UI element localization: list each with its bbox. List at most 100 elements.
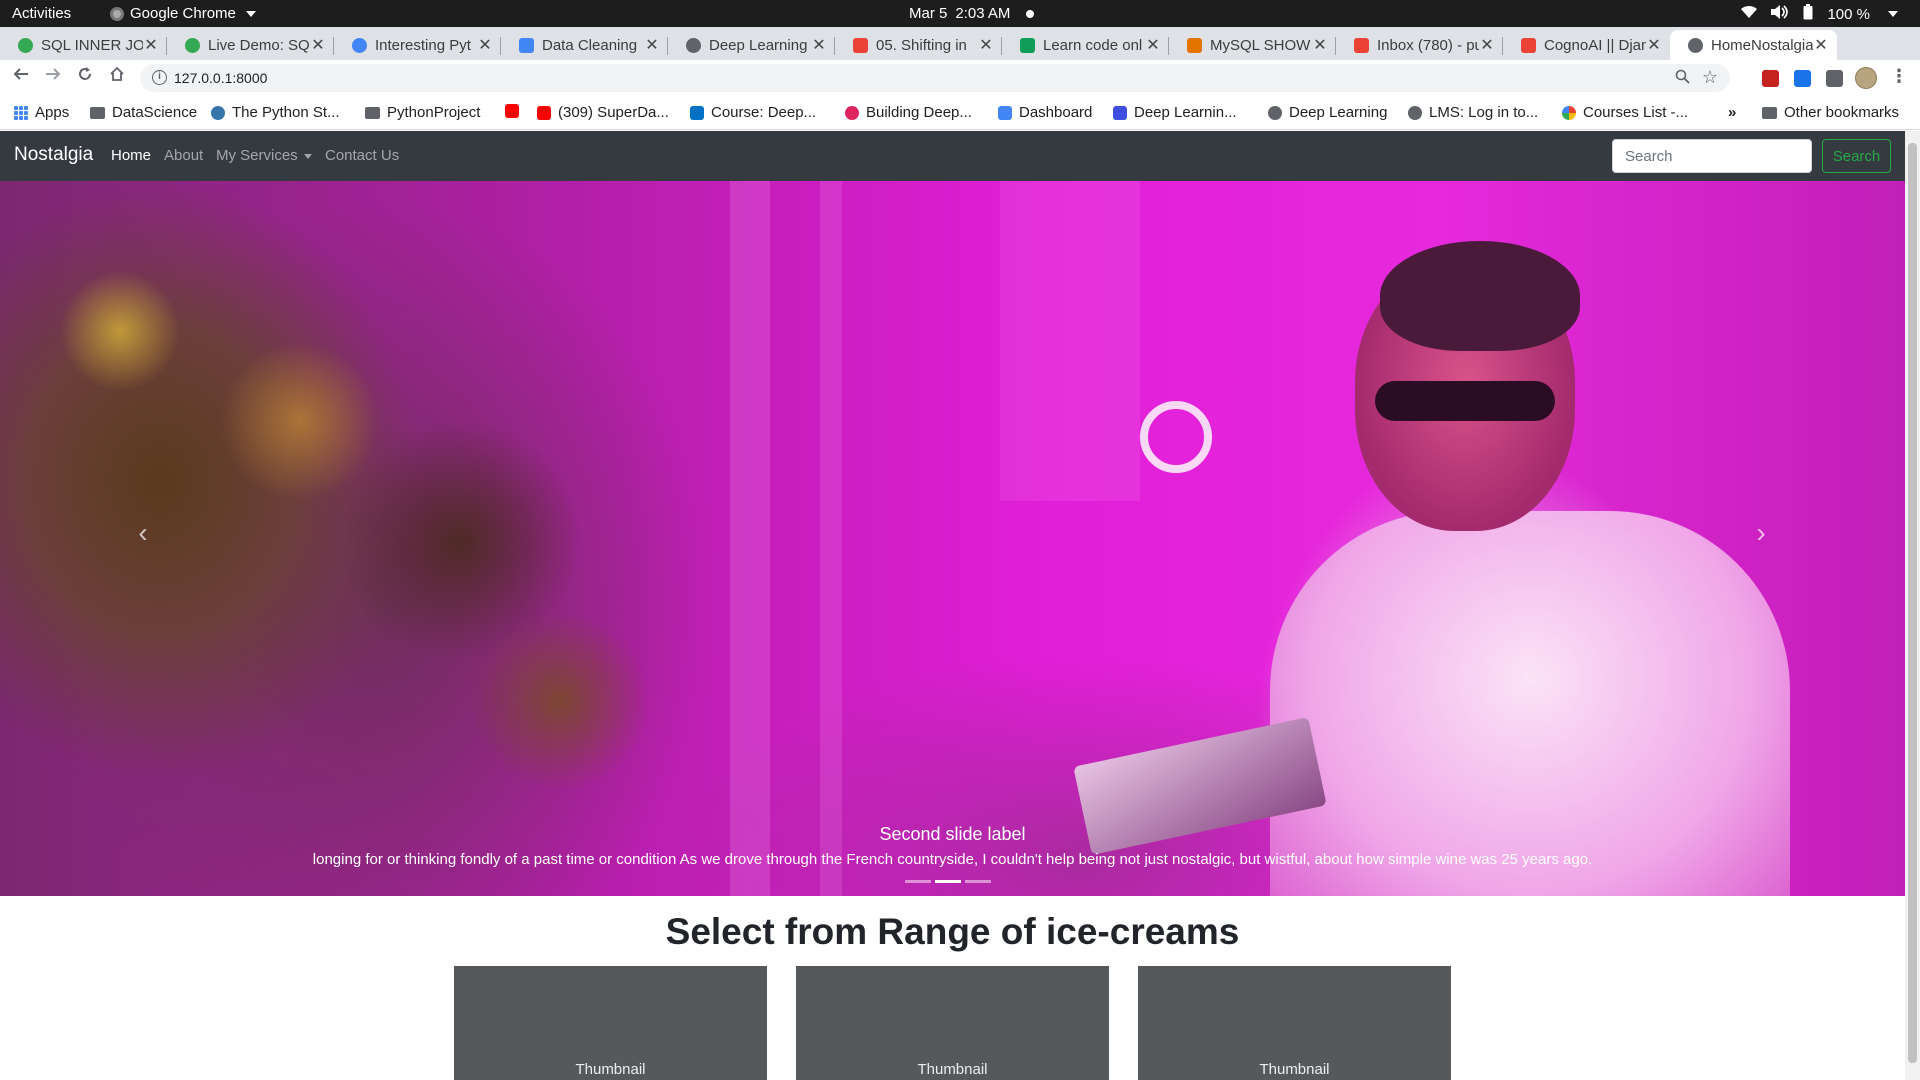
tab-1[interactable]: Live Demo: SQ ✕	[167, 30, 334, 60]
zoom-icon[interactable]	[1675, 69, 1690, 88]
google-icon	[1562, 105, 1576, 120]
bookmark-superda[interactable]: (309) SuperDa...	[537, 104, 669, 121]
chrome-menu-icon[interactable]: ⋮	[1890, 66, 1908, 87]
activities-button[interactable]: Activities	[12, 5, 71, 22]
globe-icon	[1268, 105, 1282, 120]
bookmark-label: Deep Learning	[1289, 104, 1388, 121]
extension-blue-icon[interactable]	[1794, 70, 1811, 87]
bookmark-label: The Python St...	[232, 104, 340, 121]
nav-contact[interactable]: Contact Us	[325, 147, 399, 164]
carousel-indicator-1[interactable]	[905, 880, 931, 883]
thumbnail-card-3[interactable]: Thumbnail	[1138, 966, 1451, 1080]
clock[interactable]: Mar 5 2:03 AM	[909, 5, 1035, 22]
page-scrollbar[interactable]	[1905, 131, 1920, 1080]
system-tray[interactable]: 100 %	[1741, 4, 1898, 24]
thumbnail-card-2[interactable]: Thumbnail	[796, 966, 1109, 1080]
tab-close-icon[interactable]: ✕	[644, 35, 660, 55]
bookmark-youtube[interactable]	[505, 104, 519, 118]
date-label: Mar 5	[909, 5, 948, 22]
bookmark-course-deep[interactable]: Course: Deep...	[690, 104, 816, 121]
back-arrow-icon[interactable]	[9, 66, 33, 90]
tab-close-icon[interactable]: ✕	[1479, 35, 1495, 55]
carousel-next-icon[interactable]: ›	[1749, 519, 1773, 547]
tab-title: Interesting Pyt	[375, 36, 471, 54]
bookmark-label: PythonProject	[387, 104, 481, 121]
tab-close-icon[interactable]: ✕	[477, 35, 493, 55]
tab-3[interactable]: Data Cleaning ✕	[501, 30, 668, 60]
bookmark-lms[interactable]: LMS: Log in to...	[1408, 104, 1538, 121]
tab-favicon-icon	[853, 37, 868, 53]
bookmark-label: LMS: Log in to...	[1429, 104, 1539, 121]
tab-2[interactable]: Interesting Pyt ✕	[334, 30, 501, 60]
folder-icon	[365, 106, 380, 119]
hero-carousel: ‹ › Second slide label longing for or th…	[0, 181, 1905, 896]
folder-icon	[90, 106, 105, 119]
tab-close-icon[interactable]: ✕	[1813, 35, 1829, 55]
tab-title: CognoAI || Djan	[1544, 36, 1646, 54]
profile-avatar[interactable]	[1855, 67, 1877, 89]
nav-about[interactable]: About	[164, 147, 203, 164]
bookmark-courses-list[interactable]: Courses List -...	[1562, 104, 1688, 121]
tab-title: Learn code onl	[1043, 36, 1143, 54]
tab-7[interactable]: MySQL SHOW ✕	[1169, 30, 1336, 60]
reload-icon[interactable]	[73, 66, 97, 90]
volume-icon	[1771, 5, 1789, 23]
thumbnail-card-1[interactable]: Thumbnail	[454, 966, 767, 1080]
bookmark-label: Dashboard	[1019, 104, 1093, 121]
bookmark-deep-learnin[interactable]: Deep Learnin...	[1113, 104, 1237, 121]
tab-title: 05. Shifting in	[876, 36, 967, 54]
tab-8[interactable]: Inbox (780) - pu ✕	[1336, 30, 1503, 60]
carousel-slide-label: Second slide label	[879, 824, 1026, 844]
bookmark-pythonproject[interactable]: PythonProject	[365, 104, 480, 121]
home-icon[interactable]	[105, 66, 129, 90]
tab-close-icon[interactable]: ✕	[143, 35, 159, 55]
extension-red-icon[interactable]	[1762, 70, 1779, 87]
scrollbar-thumb[interactable]	[1908, 143, 1917, 1063]
bookmark-star-icon[interactable]: ☆	[1702, 67, 1718, 88]
app-menu[interactable]: Google Chrome	[110, 5, 256, 22]
tab-5[interactable]: 05. Shifting in ✕	[835, 30, 1002, 60]
forward-arrow-icon[interactable]	[41, 66, 65, 90]
tab-close-icon[interactable]: ✕	[1646, 35, 1662, 55]
bookmark-python-st[interactable]: The Python St...	[211, 104, 340, 121]
youtube-icon	[505, 104, 519, 118]
bookmark-other[interactable]: Other bookmarks	[1762, 104, 1899, 121]
url-text[interactable]: 127.0.0.1:8000	[174, 70, 267, 86]
tab-favicon-icon	[18, 37, 33, 53]
bookmark-dashboard[interactable]: Dashboard	[998, 104, 1092, 121]
tab-close-icon[interactable]: ✕	[1145, 35, 1161, 55]
tab-6[interactable]: Learn code onl ✕	[1002, 30, 1169, 60]
nav-my-services[interactable]: My Services	[216, 147, 312, 164]
extensions-puzzle-icon[interactable]	[1826, 70, 1843, 87]
tab-title: HomeNostalgia	[1711, 36, 1813, 54]
tab-close-icon[interactable]: ✕	[978, 35, 994, 55]
thumbnail-label: Thumbnail	[1259, 1061, 1330, 1078]
carousel-indicator-2-active[interactable]	[935, 880, 961, 883]
tab-9[interactable]: CognoAI || Djan ✕	[1503, 30, 1670, 60]
carousel-prev-icon[interactable]: ‹	[131, 519, 155, 547]
tab-4[interactable]: Deep Learning ✕	[668, 30, 835, 60]
site-search-input[interactable]	[1612, 139, 1812, 173]
tab-close-icon[interactable]: ✕	[811, 35, 827, 55]
bookmark-building-deep[interactable]: Building Deep...	[845, 104, 972, 121]
address-bar[interactable]: i 127.0.0.1:8000 ☆	[140, 64, 1730, 92]
tab-close-icon[interactable]: ✕	[310, 35, 326, 55]
tab-10-active[interactable]: HomeNostalgia ✕	[1670, 30, 1837, 60]
bookmark-label: Other bookmarks	[1784, 104, 1900, 121]
site-search-button[interactable]: Search	[1822, 139, 1891, 173]
site-info-icon[interactable]: i	[152, 70, 167, 85]
bookmarks-overflow-icon[interactable]: »	[1728, 104, 1736, 121]
site-navbar: Nostalgia Home About My Services Contact…	[0, 131, 1905, 181]
bookmark-label: (309) SuperDa...	[558, 104, 669, 121]
tab-close-icon[interactable]: ✕	[1312, 35, 1328, 55]
nav-my-services-label: My Services	[216, 147, 298, 164]
nav-home[interactable]: Home	[111, 147, 151, 164]
bookmark-apps[interactable]: Apps	[14, 104, 69, 121]
tab-0[interactable]: SQL INNER JOI ✕	[0, 30, 167, 60]
bookmark-label: Deep Learnin...	[1134, 104, 1237, 121]
bookmark-datascience[interactable]: DataScience	[90, 104, 197, 121]
site-brand[interactable]: Nostalgia	[14, 144, 93, 166]
bookmark-label: DataScience	[112, 104, 198, 121]
bookmark-deep-learning[interactable]: Deep Learning	[1268, 104, 1387, 121]
carousel-indicator-3[interactable]	[965, 880, 991, 883]
